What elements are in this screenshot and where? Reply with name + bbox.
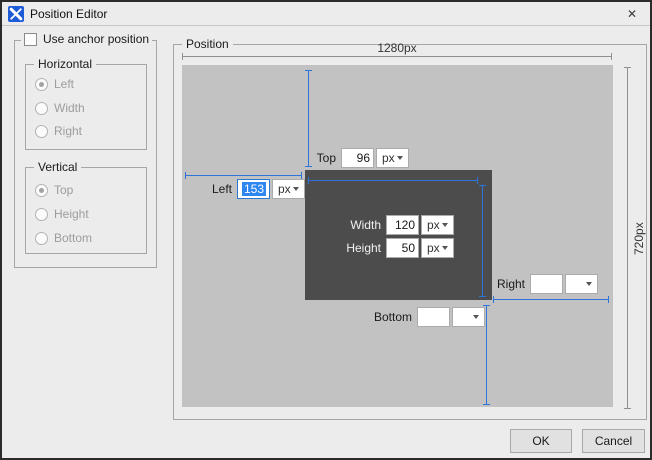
bottom-input[interactable] <box>417 307 450 327</box>
vertical-group-label: Vertical <box>34 160 81 174</box>
width-measure-line <box>308 180 478 181</box>
chevron-down-icon <box>293 187 299 191</box>
radio-height[interactable]: Height <box>35 207 89 221</box>
left-input[interactable]: 153 <box>237 179 270 199</box>
height-field-label: Height <box>319 241 381 255</box>
bottom-field: Bottom <box>350 307 485 327</box>
use-anchor-checkbox[interactable] <box>24 33 37 46</box>
canvas-width-label: 1280px <box>182 41 612 55</box>
top-field: Top 96 px <box>274 148 409 168</box>
horizontal-group-label: Horizontal <box>34 57 96 71</box>
bottom-field-label: Bottom <box>350 310 412 324</box>
radio-right[interactable]: Right <box>35 124 82 138</box>
chevron-down-icon <box>397 156 403 160</box>
right-field: Right <box>463 274 598 294</box>
left-unit-select[interactable]: px <box>272 179 305 199</box>
left-input-selected-text: 153 <box>242 182 266 196</box>
ok-button[interactable]: OK <box>510 429 572 453</box>
canvas-height-measure-line <box>627 67 628 409</box>
bottom-unit-select[interactable] <box>452 307 485 327</box>
chevron-down-icon <box>442 246 448 250</box>
canvas-height-label: 720px <box>632 221 646 255</box>
top-field-label: Top <box>274 151 336 165</box>
width-input[interactable]: 120 <box>386 215 419 235</box>
width-field: Width 120 px <box>319 215 454 235</box>
chevron-down-icon <box>586 282 592 286</box>
chevron-down-icon <box>442 223 448 227</box>
bottom-measure-line <box>486 305 487 405</box>
titlebar: Position Editor ✕ <box>2 2 650 26</box>
chevron-down-icon <box>473 315 479 319</box>
top-unit-select[interactable]: px <box>376 148 409 168</box>
radio-left[interactable]: Left <box>35 77 74 91</box>
left-measure-line <box>185 175 302 176</box>
cancel-button[interactable]: Cancel <box>582 429 645 453</box>
top-unit-text: px <box>382 151 395 165</box>
width-unit-select[interactable]: px <box>421 215 454 235</box>
radio-bottom-circle[interactable] <box>35 232 48 245</box>
radio-top-circle[interactable] <box>35 184 48 197</box>
radio-width-circle[interactable] <box>35 102 48 115</box>
use-anchor-caption: Use anchor position <box>21 32 152 46</box>
height-unit-select[interactable]: px <box>421 238 454 258</box>
height-field: Height 50 px <box>319 238 454 258</box>
left-field-label: Left <box>170 182 232 196</box>
right-input[interactable] <box>530 274 563 294</box>
radio-width[interactable]: Width <box>35 101 85 115</box>
right-unit-select[interactable] <box>565 274 598 294</box>
radio-left-circle[interactable] <box>35 78 48 91</box>
width-field-label: Width <box>319 218 381 232</box>
height-input[interactable]: 50 <box>386 238 419 258</box>
right-measure-line <box>493 299 609 300</box>
height-unit-text: px <box>427 241 440 255</box>
canvas-width-measure-line <box>182 56 612 57</box>
app-icon <box>8 6 24 22</box>
position-editor-dialog: Position Editor ✕ Use anchor position Ho… <box>0 0 652 460</box>
left-field: Left 153 px <box>170 179 305 199</box>
width-unit-text: px <box>427 218 440 232</box>
radio-right-circle[interactable] <box>35 125 48 138</box>
top-input[interactable]: 96 <box>341 148 374 168</box>
radio-height-circle[interactable] <box>35 208 48 221</box>
use-anchor-label: Use anchor position <box>43 32 149 46</box>
close-button[interactable]: ✕ <box>618 2 646 25</box>
radio-top[interactable]: Top <box>35 183 73 197</box>
left-unit-text: px <box>278 182 291 196</box>
window-title: Position Editor <box>30 7 107 21</box>
radio-bottom[interactable]: Bottom <box>35 231 92 245</box>
right-field-label: Right <box>463 277 525 291</box>
